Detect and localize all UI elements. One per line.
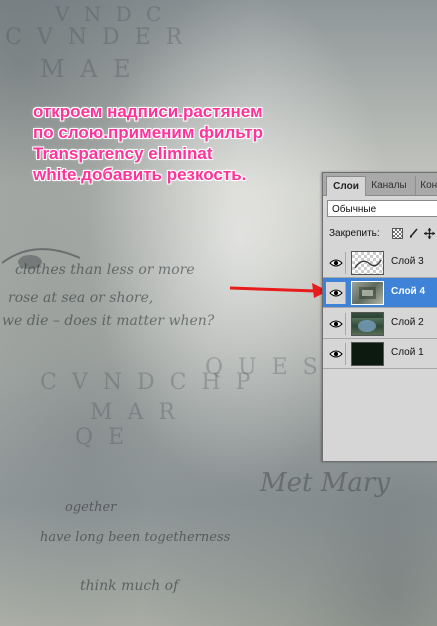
bg-script-5: ogether xyxy=(65,500,117,515)
layer-thumbnail xyxy=(351,312,384,336)
eye-icon[interactable] xyxy=(326,282,346,304)
bg-script-6: have long been togetherness xyxy=(40,530,231,545)
red-arrow-annotation xyxy=(229,283,328,298)
eye-icon[interactable] xyxy=(326,343,346,365)
instruction-line-4: white.добавить резкость. xyxy=(33,165,247,184)
bg-letters-5: C V N D C H P xyxy=(40,370,255,395)
bg-letters-7: Q E xyxy=(75,425,129,450)
tab-layers[interactable]: Слои xyxy=(326,176,366,196)
move-lock-icon[interactable] xyxy=(424,228,435,239)
instruction-line-3: Transparency eliminat xyxy=(33,144,213,163)
layer-row-1[interactable]: Слой 1 xyxy=(323,339,437,369)
instruction-caption: откроем надписи.растянем по слою.примени… xyxy=(33,101,323,185)
bg-script-4: Met Mary xyxy=(260,468,390,498)
layer-name[interactable]: Слой 4 xyxy=(391,286,425,297)
bg-letters-3: M A E xyxy=(40,55,135,83)
layer-row-2[interactable]: Слой 2 xyxy=(323,309,437,339)
layer-name[interactable]: Слой 1 xyxy=(391,347,424,358)
layer-thumbnail xyxy=(351,281,384,305)
bg-letters-6: M A R xyxy=(90,400,179,425)
eye-sketch-decoration xyxy=(1,248,81,269)
bg-letters-2: C V N D E R xyxy=(5,25,187,50)
layer-thumbnail xyxy=(351,251,384,275)
checkerboard-lock-icon[interactable] xyxy=(392,228,403,239)
layer-row-3[interactable]: Слой 3 xyxy=(323,248,437,278)
instruction-line-2: по слою.применим фильтр xyxy=(33,123,263,142)
eye-icon[interactable] xyxy=(326,252,346,274)
layer-thumbnail xyxy=(351,342,384,366)
brush-lock-icon[interactable] xyxy=(408,228,419,239)
bg-letters-1: V N D C xyxy=(55,2,166,26)
bg-script-2: rose at sea or shore, xyxy=(8,290,154,306)
lock-label: Закрепить: xyxy=(329,228,380,239)
layers-empty-area xyxy=(323,370,437,461)
panel-tabs: Слои Каналы Конт xyxy=(323,173,437,196)
tab-paths[interactable]: Конт xyxy=(415,176,437,195)
layer-name[interactable]: Слой 2 xyxy=(391,317,424,328)
lock-row: Закрепить: xyxy=(329,226,437,242)
bg-script-7: think much of xyxy=(80,578,179,594)
layer-row-4[interactable]: Слой 4 xyxy=(323,278,437,308)
layer-name[interactable]: Слой 3 xyxy=(391,256,424,267)
eye-icon[interactable] xyxy=(326,313,346,335)
layers-panel: Слои Каналы Конт Обычные Закрепить: xyxy=(322,172,437,462)
tab-channels[interactable]: Каналы xyxy=(365,176,412,195)
blend-mode-select[interactable]: Обычные xyxy=(327,200,437,217)
bg-script-3: we die – does it matter when? xyxy=(2,313,215,329)
instruction-line-1: откроем надписи.растянем xyxy=(33,102,263,121)
